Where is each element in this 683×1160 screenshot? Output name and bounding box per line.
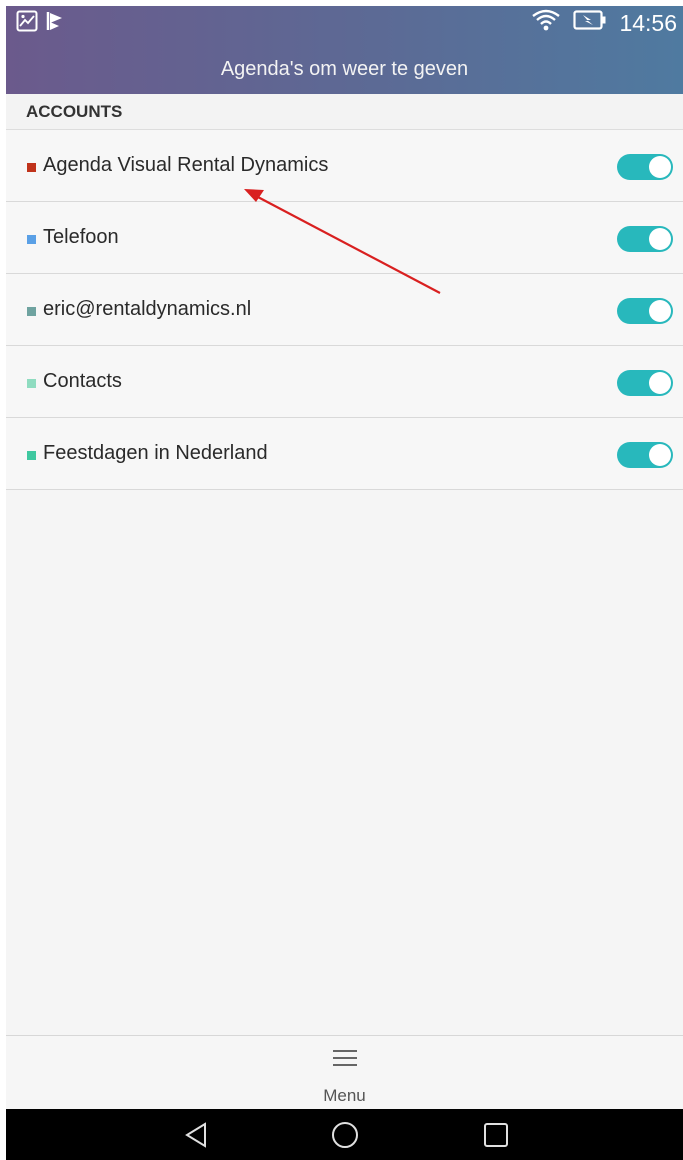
calendar-toggle[interactable] (617, 370, 673, 396)
calendar-toggle[interactable] (617, 442, 673, 468)
calendar-row[interactable]: Agenda Visual Rental Dynamics (6, 130, 683, 202)
calendar-row[interactable]: Telefoon (6, 202, 683, 274)
calendar-label: Contacts (43, 370, 122, 392)
calendar-list: Agenda Visual Rental Dynamics Telefoon e… (6, 130, 683, 490)
calendar-color-swatch (27, 379, 36, 388)
battery-charging-icon (573, 9, 607, 37)
calendar-label: eric@rentaldynamics.nl (43, 298, 252, 320)
android-nav-bar (6, 1109, 683, 1160)
status-time: 14:56 (619, 9, 677, 36)
calendar-row[interactable]: eric@rentaldynamics.nl (6, 274, 683, 346)
calendar-row[interactable]: Contacts (6, 346, 683, 418)
phone-screen: 14:56 Agenda's om weer te geven ACCOUNTS… (6, 6, 683, 1160)
toggle-knob (649, 228, 671, 250)
calendar-label: Telefoon (43, 226, 119, 248)
calendar-color-swatch (27, 451, 36, 460)
toggle-knob (649, 300, 671, 322)
toggle-knob (649, 372, 671, 394)
calendar-label: Agenda Visual Rental Dynamics (43, 154, 329, 176)
app-header: 14:56 Agenda's om weer te geven (6, 6, 683, 94)
page-title: Agenda's om weer te geven (220, 58, 469, 80)
section-header-accounts: ACCOUNTS (6, 94, 683, 130)
calendar-row[interactable]: Feestdagen in Nederland (6, 418, 683, 490)
calendar-color-swatch (27, 307, 36, 316)
download-flag-icon (46, 10, 66, 37)
calendar-toggle[interactable] (617, 298, 673, 324)
calendar-toggle[interactable] (617, 154, 673, 180)
menu-icon[interactable] (333, 1048, 357, 1068)
toggle-knob (649, 444, 671, 466)
calendar-label: Feestdagen in Nederland (43, 442, 268, 464)
calendar-color-swatch (27, 163, 36, 172)
gallery-icon (16, 10, 38, 37)
back-icon[interactable] (183, 1121, 211, 1149)
toggle-knob (649, 156, 671, 178)
status-bar-left (16, 10, 66, 37)
menu-label: Menu (323, 1086, 366, 1105)
wifi-icon (531, 8, 561, 38)
bottom-menu-bar[interactable]: Menu (6, 1035, 683, 1109)
status-bar-right: 14:56 (531, 8, 677, 38)
calendar-color-swatch (27, 235, 36, 244)
home-icon[interactable] (331, 1121, 359, 1149)
recent-apps-icon[interactable] (482, 1121, 510, 1149)
calendar-toggle[interactable] (617, 226, 673, 252)
